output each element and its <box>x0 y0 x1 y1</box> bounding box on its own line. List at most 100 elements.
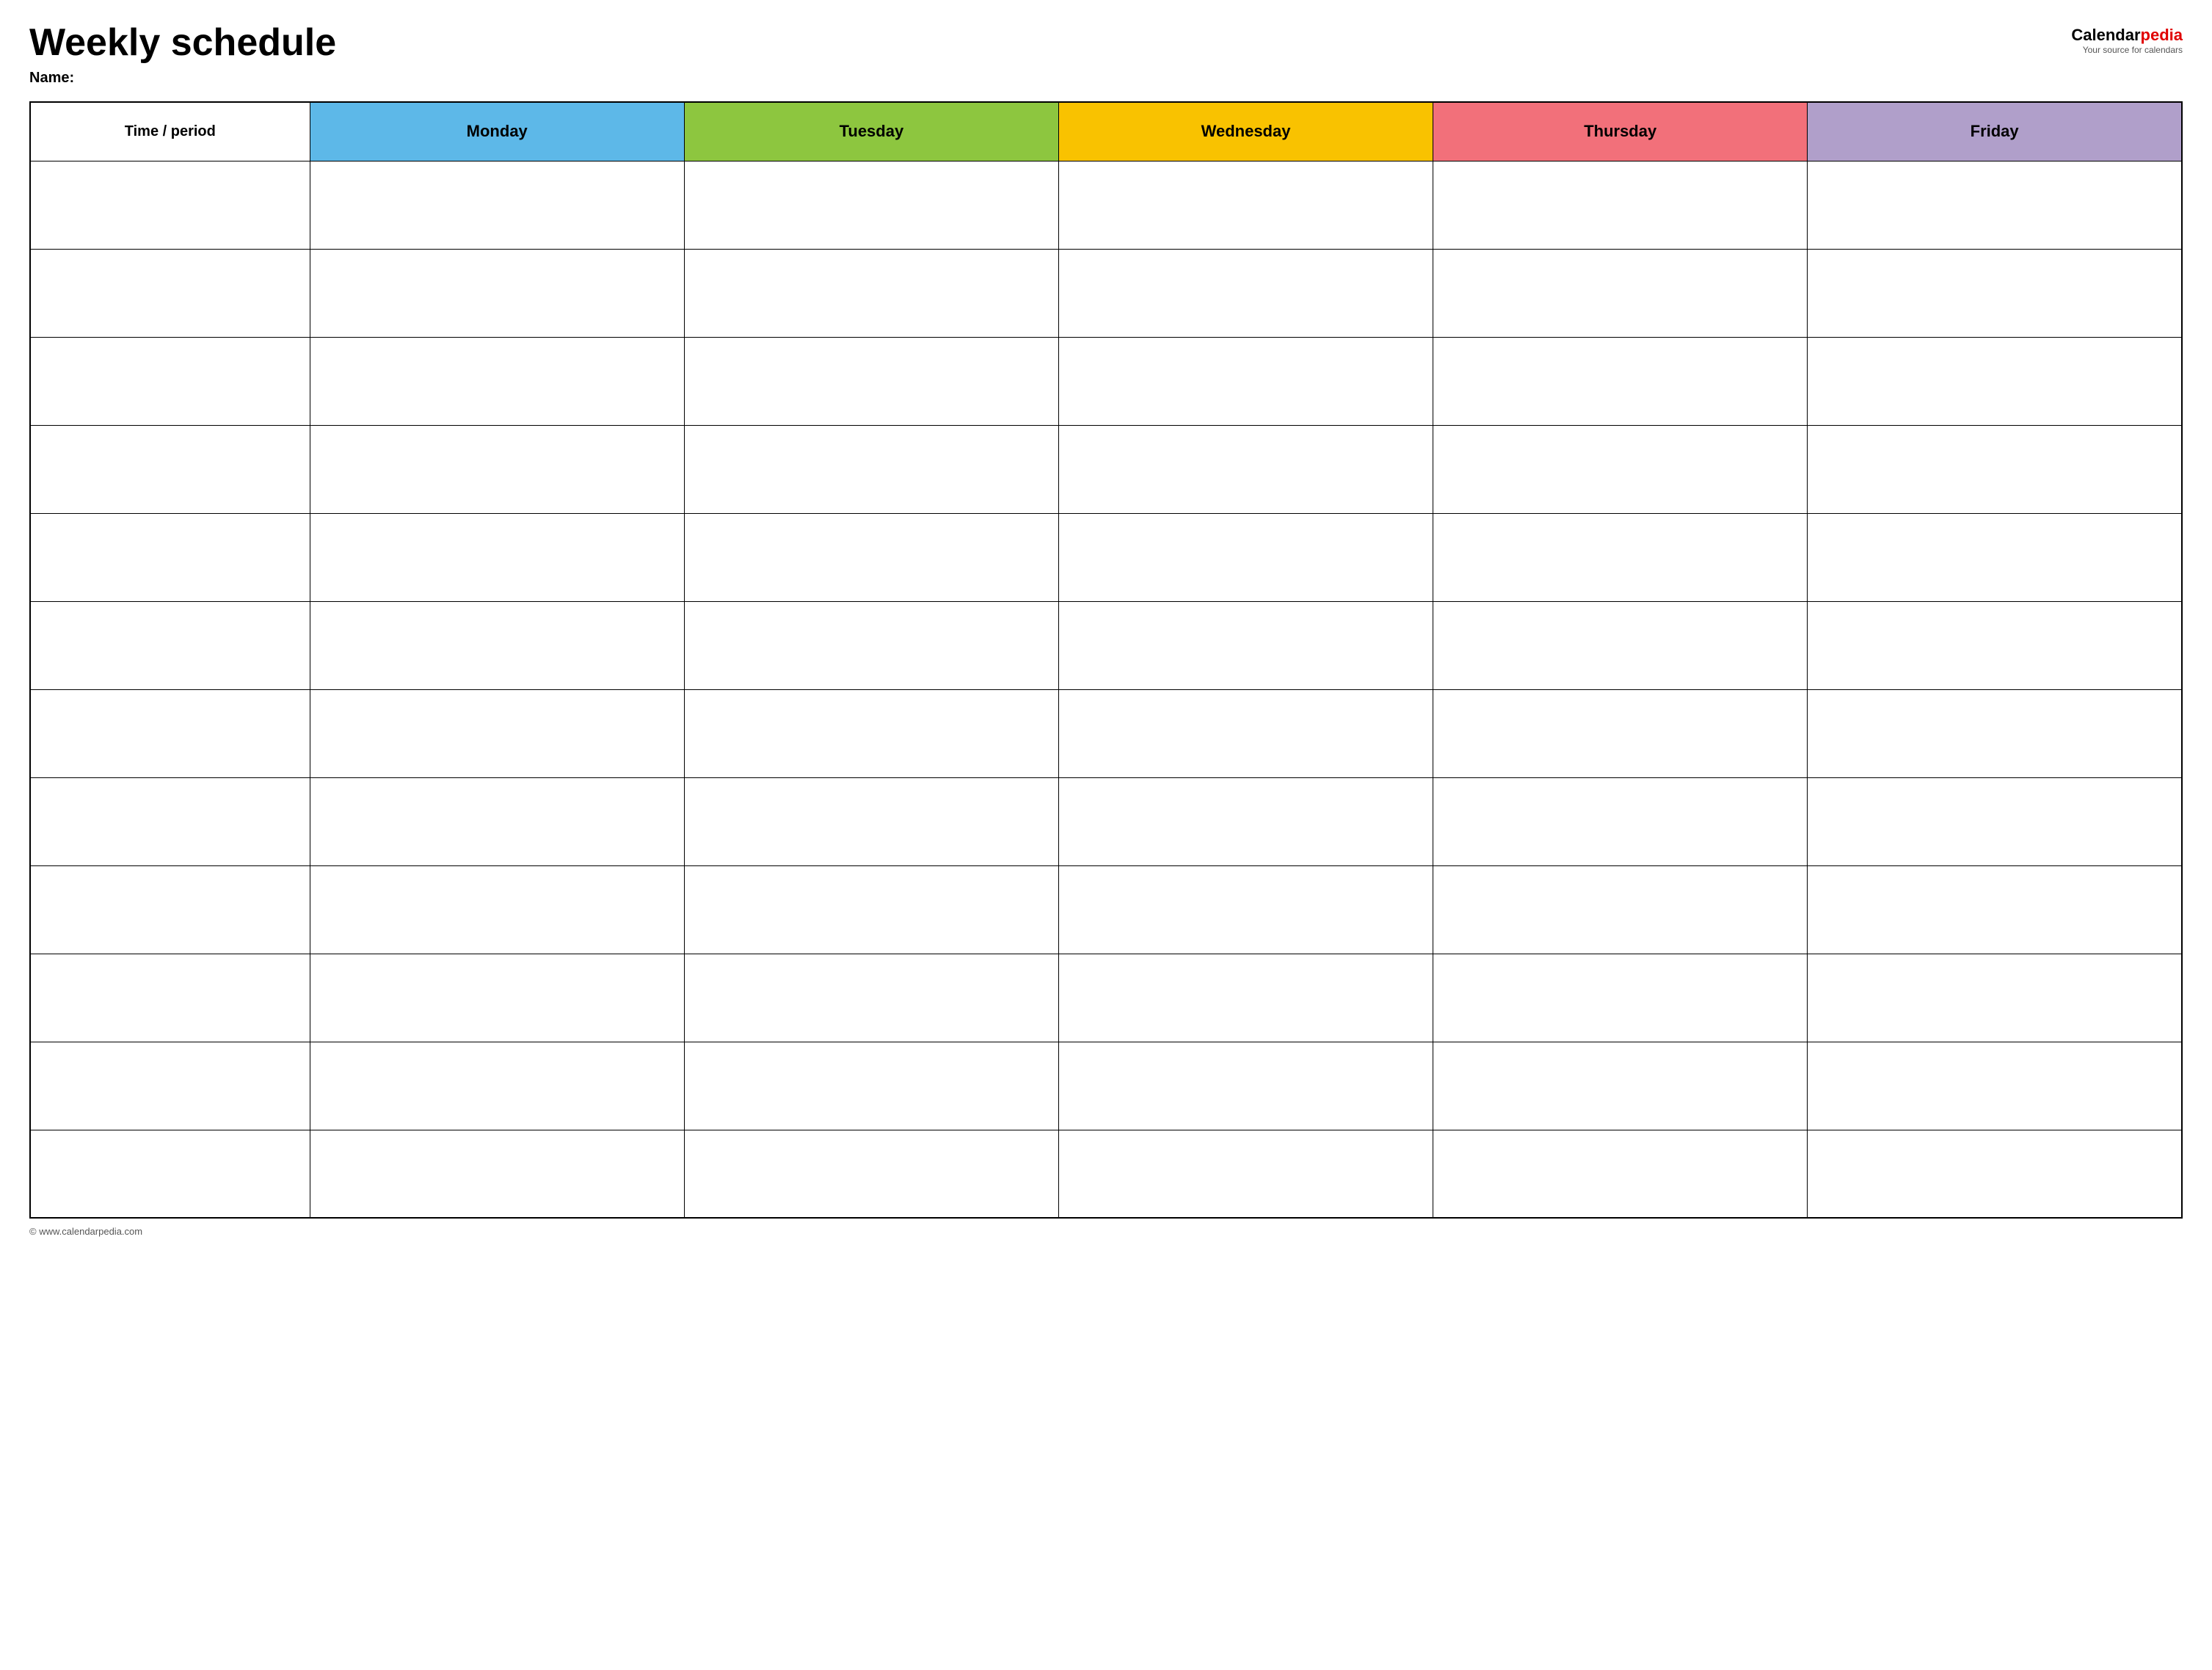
time-cell[interactable] <box>30 865 310 954</box>
schedule-cell[interactable] <box>1433 513 1808 601</box>
footer: © www.calendarpedia.com <box>29 1226 2183 1237</box>
schedule-cell[interactable] <box>310 689 684 777</box>
logo-tagline: Your source for calendars <box>2083 45 2183 55</box>
time-cell[interactable] <box>30 249 310 337</box>
schedule-cell[interactable] <box>1433 777 1808 865</box>
schedule-cell[interactable] <box>1808 513 2182 601</box>
schedule-cell[interactable] <box>684 249 1058 337</box>
schedule-cell[interactable] <box>1808 1130 2182 1218</box>
schedule-cell[interactable] <box>310 954 684 1042</box>
schedule-cell[interactable] <box>1433 1130 1808 1218</box>
time-cell[interactable] <box>30 161 310 249</box>
schedule-cell[interactable] <box>1058 249 1433 337</box>
col-header-time: Time / period <box>30 102 310 161</box>
schedule-cell[interactable] <box>1058 1042 1433 1130</box>
schedule-cell[interactable] <box>1433 689 1808 777</box>
time-cell[interactable] <box>30 954 310 1042</box>
schedule-cell[interactable] <box>310 1130 684 1218</box>
schedule-cell[interactable] <box>1808 954 2182 1042</box>
schedule-cell[interactable] <box>310 249 684 337</box>
table-row <box>30 249 2182 337</box>
col-header-thursday: Thursday <box>1433 102 1808 161</box>
schedule-cell[interactable] <box>684 689 1058 777</box>
schedule-cell[interactable] <box>1808 425 2182 513</box>
table-row <box>30 689 2182 777</box>
schedule-cell[interactable] <box>1433 954 1808 1042</box>
schedule-body <box>30 161 2182 1218</box>
schedule-cell[interactable] <box>684 513 1058 601</box>
col-header-friday: Friday <box>1808 102 2182 161</box>
schedule-cell[interactable] <box>1808 337 2182 425</box>
schedule-cell[interactable] <box>310 865 684 954</box>
schedule-cell[interactable] <box>1433 601 1808 689</box>
schedule-cell[interactable] <box>684 777 1058 865</box>
logo-area: Calendarpedia Your source for calendars <box>2071 26 2183 55</box>
schedule-cell[interactable] <box>684 1042 1058 1130</box>
time-cell[interactable] <box>30 337 310 425</box>
schedule-cell[interactable] <box>1808 249 2182 337</box>
schedule-cell[interactable] <box>1058 777 1433 865</box>
schedule-cell[interactable] <box>684 337 1058 425</box>
schedule-cell[interactable] <box>1808 601 2182 689</box>
time-cell[interactable] <box>30 513 310 601</box>
table-row <box>30 337 2182 425</box>
schedule-cell[interactable] <box>1058 337 1433 425</box>
table-row <box>30 954 2182 1042</box>
schedule-cell[interactable] <box>1808 777 2182 865</box>
title-area: Weekly schedule Name: <box>29 22 336 87</box>
schedule-cell[interactable] <box>684 954 1058 1042</box>
name-label: Name: <box>29 70 336 87</box>
schedule-cell[interactable] <box>684 425 1058 513</box>
col-header-tuesday: Tuesday <box>684 102 1058 161</box>
schedule-cell[interactable] <box>310 513 684 601</box>
time-cell[interactable] <box>30 1042 310 1130</box>
schedule-cell[interactable] <box>1433 1042 1808 1130</box>
table-row <box>30 777 2182 865</box>
header-row: Time / period Monday Tuesday Wednesday T… <box>30 102 2182 161</box>
schedule-cell[interactable] <box>1433 337 1808 425</box>
schedule-cell[interactable] <box>1058 513 1433 601</box>
time-cell[interactable] <box>30 777 310 865</box>
schedule-cell[interactable] <box>1433 425 1808 513</box>
col-header-wednesday: Wednesday <box>1058 102 1433 161</box>
schedule-cell[interactable] <box>1058 689 1433 777</box>
table-row <box>30 1130 2182 1218</box>
table-row <box>30 601 2182 689</box>
table-row <box>30 1042 2182 1130</box>
schedule-cell[interactable] <box>1058 601 1433 689</box>
time-cell[interactable] <box>30 601 310 689</box>
schedule-cell[interactable] <box>310 601 684 689</box>
schedule-cell[interactable] <box>310 337 684 425</box>
schedule-cell[interactable] <box>1808 865 2182 954</box>
schedule-cell[interactable] <box>1058 865 1433 954</box>
schedule-cell[interactable] <box>1808 161 2182 249</box>
schedule-cell[interactable] <box>1058 954 1433 1042</box>
time-cell[interactable] <box>30 1130 310 1218</box>
schedule-cell[interactable] <box>684 1130 1058 1218</box>
schedule-cell[interactable] <box>684 601 1058 689</box>
footer-url: © www.calendarpedia.com <box>29 1226 142 1237</box>
page-title: Weekly schedule <box>29 22 336 64</box>
schedule-cell[interactable] <box>1808 1042 2182 1130</box>
schedule-cell[interactable] <box>1058 425 1433 513</box>
schedule-cell[interactable] <box>1433 249 1808 337</box>
logo-calendar: Calendar <box>2071 26 2140 44</box>
schedule-cell[interactable] <box>310 1042 684 1130</box>
time-cell[interactable] <box>30 425 310 513</box>
time-cell[interactable] <box>30 689 310 777</box>
schedule-cell[interactable] <box>310 425 684 513</box>
schedule-cell[interactable] <box>310 161 684 249</box>
schedule-cell[interactable] <box>1433 161 1808 249</box>
schedule-cell[interactable] <box>1433 865 1808 954</box>
table-row <box>30 161 2182 249</box>
col-header-monday: Monday <box>310 102 684 161</box>
schedule-cell[interactable] <box>310 777 684 865</box>
schedule-cell[interactable] <box>1058 1130 1433 1218</box>
table-row <box>30 865 2182 954</box>
logo-pedia: pedia <box>2141 26 2183 44</box>
schedule-cell[interactable] <box>1808 689 2182 777</box>
schedule-cell[interactable] <box>684 161 1058 249</box>
table-row <box>30 425 2182 513</box>
schedule-cell[interactable] <box>684 865 1058 954</box>
schedule-cell[interactable] <box>1058 161 1433 249</box>
